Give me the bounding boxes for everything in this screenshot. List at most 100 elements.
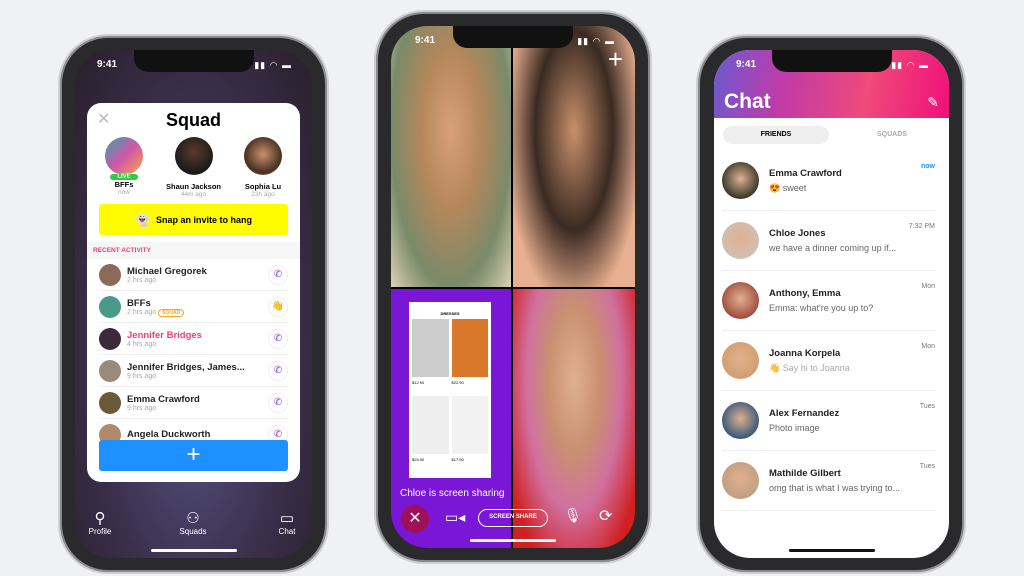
conversation-message: Photo image	[769, 423, 820, 433]
activity-name: Emma Crawford	[127, 393, 200, 405]
conversation-row[interactable]: Emma Crawford 😍 sweet now	[722, 151, 935, 211]
nav-profile[interactable]: ⚲ Profile	[80, 509, 120, 536]
conversation-row[interactable]: Mathilde Gilbert omg that is what I was …	[722, 451, 935, 511]
add-participant-icon[interactable]: +	[608, 46, 623, 72]
conversation-message: 👋 Say hi to Joanna	[769, 362, 850, 373]
phone-icon[interactable]: ✆	[268, 264, 288, 285]
activity-time: 9 hrs ago	[127, 372, 157, 380]
notch	[453, 26, 573, 48]
chat-title: Chat	[724, 90, 771, 113]
featured-sub: now	[118, 189, 130, 196]
conversation-row[interactable]: Alex Fernandez Photo image Tues	[722, 391, 935, 451]
close-icon[interactable]: ✕	[97, 109, 110, 129]
phone-squad: 9:41 ▮▮ ◠ ▬ ✕ Squad LIVE BFFs now Shaun …	[62, 38, 325, 570]
live-badge: LIVE	[110, 174, 138, 180]
home-indicator	[470, 539, 556, 542]
screen-share-button[interactable]: SCREEN SHARE	[478, 509, 548, 527]
activity-time: 9 hrs ago	[127, 404, 157, 412]
recent-activity-label: RECENT ACTIVITY	[87, 242, 300, 259]
activity-name: Michael Gregorek	[127, 265, 207, 277]
phone-icon[interactable]: ✆	[268, 328, 288, 349]
activity-row[interactable]: Jennifer Bridges, James... 9 hrs ago ✆	[99, 355, 288, 387]
end-call-button[interactable]: ✕	[401, 505, 429, 533]
microphone-icon[interactable]: 🎙	[564, 507, 582, 524]
conversation-name: Anthony, Emma	[769, 288, 841, 299]
tab-squads[interactable]: SQUADS	[839, 126, 945, 144]
snap-invite-button[interactable]: 👻 Snap an invite to hang	[99, 204, 288, 235]
avatar	[722, 162, 759, 199]
ghost-icon: 👻	[135, 212, 150, 227]
compose-icon[interactable]: ✎	[927, 94, 939, 111]
activity-list: Michael Gregorek 2 hrs ago ✆ BFFs 2 hrs …	[87, 259, 300, 451]
home-indicator	[788, 549, 875, 552]
product-image	[412, 319, 449, 377]
product-image	[451, 396, 488, 454]
activity-row[interactable]: BFFs 2 hrs ago SQUAD 👋	[99, 291, 288, 323]
activity-row[interactable]: Michael Gregorek 2 hrs ago ✆	[99, 259, 288, 291]
chat-screen: 9:41 ▮▮ ◠ ▬ Chat ✎ FRIENDS SQUADS Emma C…	[714, 50, 949, 558]
squad-card: ✕ Squad LIVE BFFs now Shaun Jackson 44m …	[87, 103, 300, 482]
conversation-message: we have a dinner coming up if...	[769, 243, 897, 253]
nav-label: Profile	[88, 527, 112, 536]
nav-label: Squads	[179, 527, 207, 536]
conversation-message: omg that is what I was trying to...	[769, 483, 901, 493]
wave-icon[interactable]: 👋	[268, 296, 288, 317]
price: $25.90	[412, 457, 425, 462]
avatar	[99, 327, 121, 350]
activity-row[interactable]: Emma Crawford 9 hrs ago ✆	[99, 387, 288, 419]
avatar	[105, 137, 143, 175]
status-time: 9:41	[97, 59, 118, 70]
price: $12.90	[412, 380, 425, 385]
notch	[133, 50, 254, 72]
product-image	[412, 396, 449, 454]
status-icons: ▮▮ ◠ ▬	[254, 60, 292, 70]
status-icons: ▮▮ ◠ ▬	[891, 60, 929, 70]
flip-camera-icon[interactable]: ⟳	[599, 506, 612, 526]
conversation-row[interactable]: Anthony, Emma Emma: what're you up to? M…	[722, 271, 935, 331]
squad-screen: 9:41 ▮▮ ◠ ▬ ✕ Squad LIVE BFFs now Shaun …	[75, 50, 312, 558]
camera-icon[interactable]: ▭◂	[445, 509, 465, 526]
chat-bubble-icon: ▭	[279, 510, 295, 527]
sharing-status: Chloe is screen sharing	[400, 488, 505, 499]
avatar	[99, 263, 121, 286]
price: $17.90	[451, 457, 464, 462]
status-time: 9:41	[415, 35, 436, 46]
conversation-row[interactable]: Joanna Korpela 👋 Say hi to Joanna Mon	[722, 331, 935, 391]
shared-header: DRESSES	[440, 311, 460, 316]
conversation-time: Mon	[921, 343, 935, 350]
phone-icon[interactable]: ✆	[268, 360, 288, 381]
add-button[interactable]: +	[99, 440, 288, 471]
person-icon: ⚲	[94, 510, 106, 527]
avatar	[722, 462, 759, 499]
notch	[771, 50, 892, 72]
conversation-time: Tues	[919, 463, 935, 470]
activity-name: BFFs	[127, 297, 151, 309]
phone-call: DRESSES $12.90 $22.90 $25.90 $17.90 9:41 ▮…	[378, 14, 648, 560]
activity-time: 4 hrs ago	[127, 340, 157, 348]
avatar	[722, 342, 759, 379]
avatar	[244, 137, 282, 175]
conversation-message: Emma: what're you up to?	[769, 303, 874, 313]
activity-row[interactable]: Jennifer Bridges 4 hrs ago ✆	[99, 323, 288, 355]
activity-time: 2 hrs ago	[127, 276, 157, 284]
product-image	[451, 319, 488, 377]
conversation-name: Alex Fernandez	[769, 408, 840, 419]
conversation-time: now	[921, 163, 935, 170]
conversation-message: 😍 sweet	[769, 182, 807, 193]
featured-bffs[interactable]: LIVE BFFs now	[99, 137, 149, 198]
activity-name: Jennifer Bridges	[127, 329, 202, 341]
tab-friends[interactable]: FRIENDS	[723, 126, 829, 144]
featured-name: Shaun Jackson	[165, 182, 222, 191]
call-screen: DRESSES $12.90 $22.90 $25.90 $17.90 9:41 ▮…	[391, 26, 635, 548]
featured-sophia[interactable]: Sophia Lu 23h ago	[238, 137, 288, 198]
price: $22.90	[451, 380, 464, 385]
phone-icon[interactable]: ✆	[268, 392, 288, 413]
invite-label: Snap an invite to hang	[155, 214, 252, 225]
conversation-time: Mon	[921, 283, 935, 290]
avatar	[722, 282, 759, 319]
conversation-row[interactable]: Chloe Jones we have a dinner coming up i…	[722, 211, 935, 271]
status-icons: ▮▮ ◠ ▬	[577, 36, 615, 46]
featured-shaun[interactable]: Shaun Jackson 44m ago	[164, 137, 224, 198]
nav-squads[interactable]: ⚇ Squads	[173, 509, 213, 536]
nav-chat[interactable]: ▭ Chat	[267, 509, 307, 536]
